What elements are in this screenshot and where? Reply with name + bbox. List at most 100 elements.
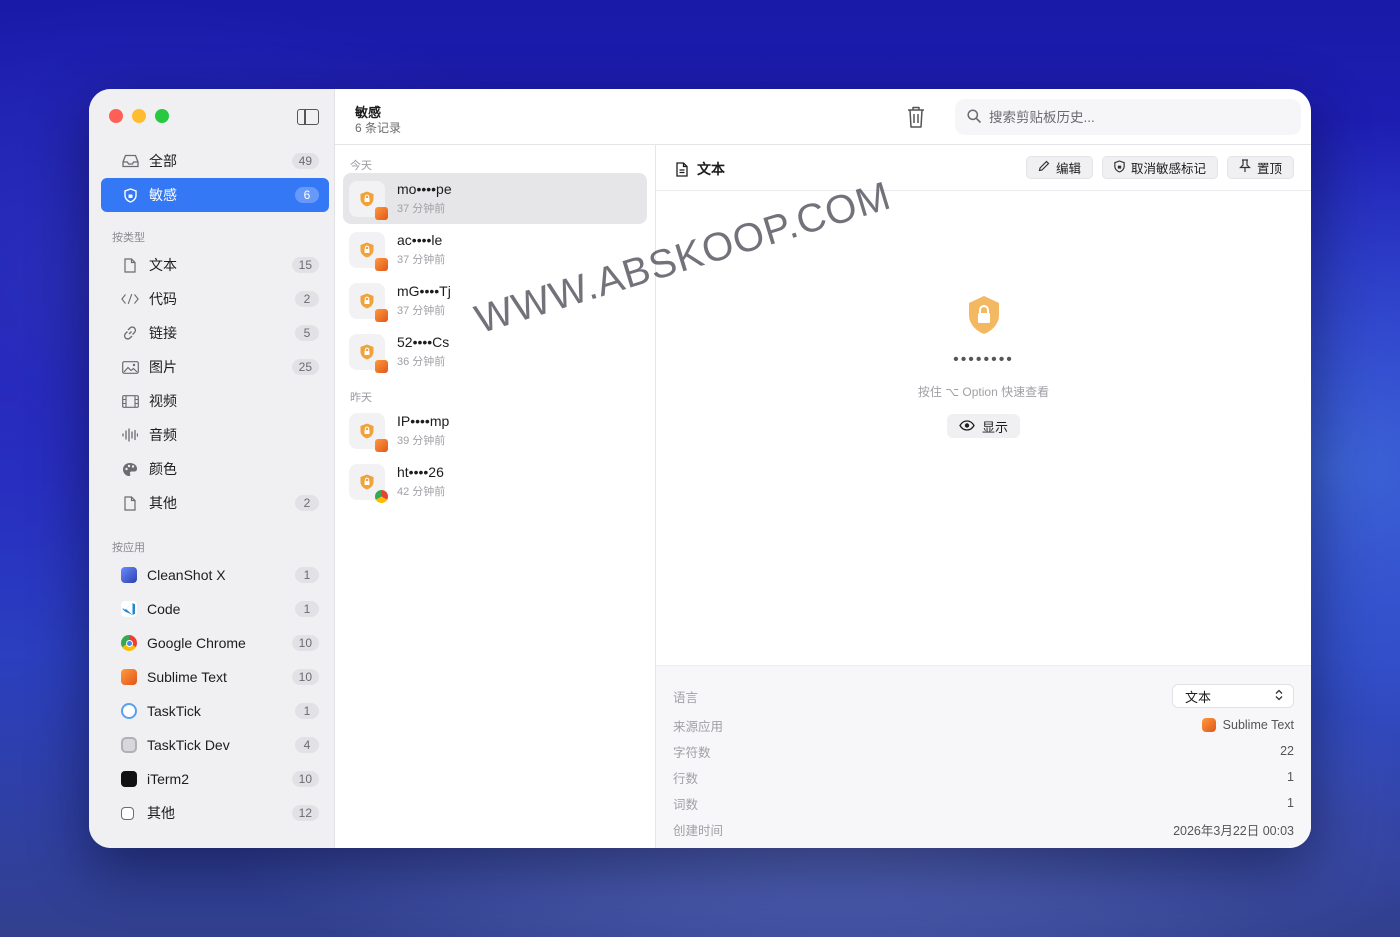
shield-icon (1114, 159, 1125, 176)
tray-icon (121, 152, 139, 170)
sidebar: 全部 49 敏感 6 按类型 文本 15 代码 2 链接 5 图片 25 视频 … (89, 89, 335, 848)
detail-header: 文本 编辑 取消敏感标记 置顶 (656, 145, 1311, 191)
sublime-app-icon (121, 669, 137, 685)
show-label: 显示 (981, 419, 1008, 435)
shield-lock-icon (360, 423, 374, 438)
edit-button[interactable]: 编辑 (1025, 156, 1093, 179)
sidebar-item-chrome[interactable]: Google Chrome 10 (101, 626, 329, 660)
shield-lock-icon (967, 295, 1001, 335)
search-box[interactable] (955, 99, 1301, 135)
pin-button[interactable]: 置顶 (1226, 156, 1294, 179)
sidebar-item-code-app[interactable]: Code 1 (101, 592, 329, 626)
sidebar-toggle-icon[interactable] (297, 109, 319, 125)
list-item[interactable]: 52••••Cs 36 分钟前 (343, 326, 647, 377)
meta-key: 语言 (673, 690, 699, 705)
list-item[interactable]: mo••••pe 37 分钟前 (343, 173, 647, 224)
sidebar-item-sublime[interactable]: Sublime Text 10 (101, 660, 329, 694)
count-badge: 10 (291, 771, 319, 787)
pencil-icon (1038, 160, 1050, 175)
tasktick-dev-app-icon (121, 737, 137, 753)
shield-lock-icon (360, 293, 374, 308)
sidebar-item-audio[interactable]: 音频 (101, 418, 329, 452)
meta-key: 来源应用 (673, 719, 724, 734)
sidebar-item-other-app[interactable]: 其他 12 (101, 796, 329, 830)
list-item[interactable]: IP••••mp 39 分钟前 (343, 405, 647, 456)
sidebar-item-label: Code (147, 601, 181, 617)
sidebar-item-tasktick[interactable]: TaskTick 1 (101, 694, 329, 728)
sidebar-item-label: 全部 (149, 153, 177, 169)
pin-icon (1239, 159, 1251, 176)
option-hint: 按住 ⌥ Option 快速查看 (917, 385, 1050, 399)
meta-value: Sublime Text (1201, 718, 1294, 732)
sidebar-item-code[interactable]: 代码 2 (101, 282, 329, 316)
count-badge: 1 (295, 567, 319, 583)
sidebar-item-label: 代码 (149, 291, 177, 307)
meta-value: 1 (1287, 770, 1294, 784)
detail-title: 文本 (676, 159, 725, 179)
meta-words: 词数 1 (673, 790, 1294, 816)
language-select[interactable]: 文本 (1172, 684, 1294, 708)
count-badge: 1 (295, 601, 319, 617)
unmark-sensitive-button[interactable]: 取消敏感标记 (1101, 156, 1218, 179)
app-window: 全部 49 敏感 6 按类型 文本 15 代码 2 链接 5 图片 25 视频 … (89, 89, 1311, 848)
sensitive-thumbnail (349, 412, 388, 452)
sidebar-item-other-type[interactable]: 其他 2 (101, 486, 329, 520)
language-value: 文本 (1185, 689, 1212, 705)
meta-value: 1 (1287, 796, 1294, 810)
count-badge: 5 (295, 325, 319, 341)
sidebar-item-label: Google Chrome (147, 635, 246, 651)
document-icon (121, 494, 139, 512)
search-input[interactable] (989, 109, 1289, 125)
sidebar-item-all[interactable]: 全部 49 (101, 144, 329, 178)
sidebar-item-label: 视频 (149, 393, 177, 409)
minimize-window-button[interactable] (132, 109, 146, 123)
sidebar-item-color[interactable]: 颜色 (101, 452, 329, 486)
zoom-window-button[interactable] (155, 109, 169, 123)
meta-key: 词数 (673, 797, 699, 812)
masked-content: •••••••• (953, 351, 1014, 368)
clip-time: 42 分钟前 (397, 486, 446, 498)
count-badge: 1 (295, 703, 319, 719)
count-badge: 49 (291, 153, 319, 169)
sidebar-item-image[interactable]: 图片 25 (101, 350, 329, 384)
meta-lines: 行数 1 (673, 764, 1294, 790)
sublime-app-icon (375, 359, 388, 373)
meta-source: 来源应用 Sublime Text (673, 712, 1294, 738)
sidebar-item-tasktick-dev[interactable]: TaskTick Dev 4 (101, 728, 329, 762)
close-window-button[interactable] (109, 109, 123, 123)
chrome-app-icon (375, 489, 388, 503)
palette-icon (121, 460, 139, 478)
search-icon (967, 108, 981, 126)
meta-value: 2026年3月22日 00:03 (1173, 823, 1294, 838)
show-button[interactable]: 显示 (946, 414, 1020, 438)
count-badge: 25 (291, 359, 319, 375)
clip-title: mo••••pe (397, 181, 452, 197)
sublime-app-icon (375, 206, 388, 220)
sidebar-item-text[interactable]: 文本 15 (101, 248, 329, 282)
iterm2-app-icon (121, 771, 137, 787)
code-icon (121, 290, 139, 308)
vscode-app-icon (121, 601, 137, 617)
sidebar-item-sensitive[interactable]: 敏感 6 (101, 178, 329, 212)
sidebar-item-video[interactable]: 视频 (101, 384, 329, 418)
count-badge: 12 (291, 805, 319, 821)
list-item[interactable]: ht••••26 42 分钟前 (343, 456, 647, 507)
tasktick-app-icon (121, 703, 137, 719)
clip-title: mG••••Tj (397, 283, 451, 299)
sidebar-item-cleanshot[interactable]: CleanShot X 1 (101, 558, 329, 592)
link-icon (121, 324, 139, 342)
trash-icon[interactable] (905, 105, 927, 129)
pin-label: 置顶 (1256, 162, 1282, 176)
metadata-panel: 语言 文本 来源应用 Sublime Text 字符数 22 行数 1 词数 1… (656, 665, 1311, 848)
detail-title-text: 文本 (697, 161, 725, 177)
chrome-app-icon (121, 635, 137, 651)
sidebar-item-link[interactable]: 链接 5 (101, 316, 329, 350)
chevron-updown-icon (1275, 689, 1283, 704)
list-item[interactable]: ac••••le 37 分钟前 (343, 224, 647, 275)
meta-key: 创建时间 (673, 823, 724, 838)
sidebar-item-iterm2[interactable]: iTerm2 10 (101, 762, 329, 796)
shield-lock-icon (360, 242, 374, 257)
shield-icon (121, 186, 139, 204)
list-item[interactable]: mG••••Tj 37 分钟前 (343, 275, 647, 326)
sublime-app-icon (375, 308, 388, 322)
